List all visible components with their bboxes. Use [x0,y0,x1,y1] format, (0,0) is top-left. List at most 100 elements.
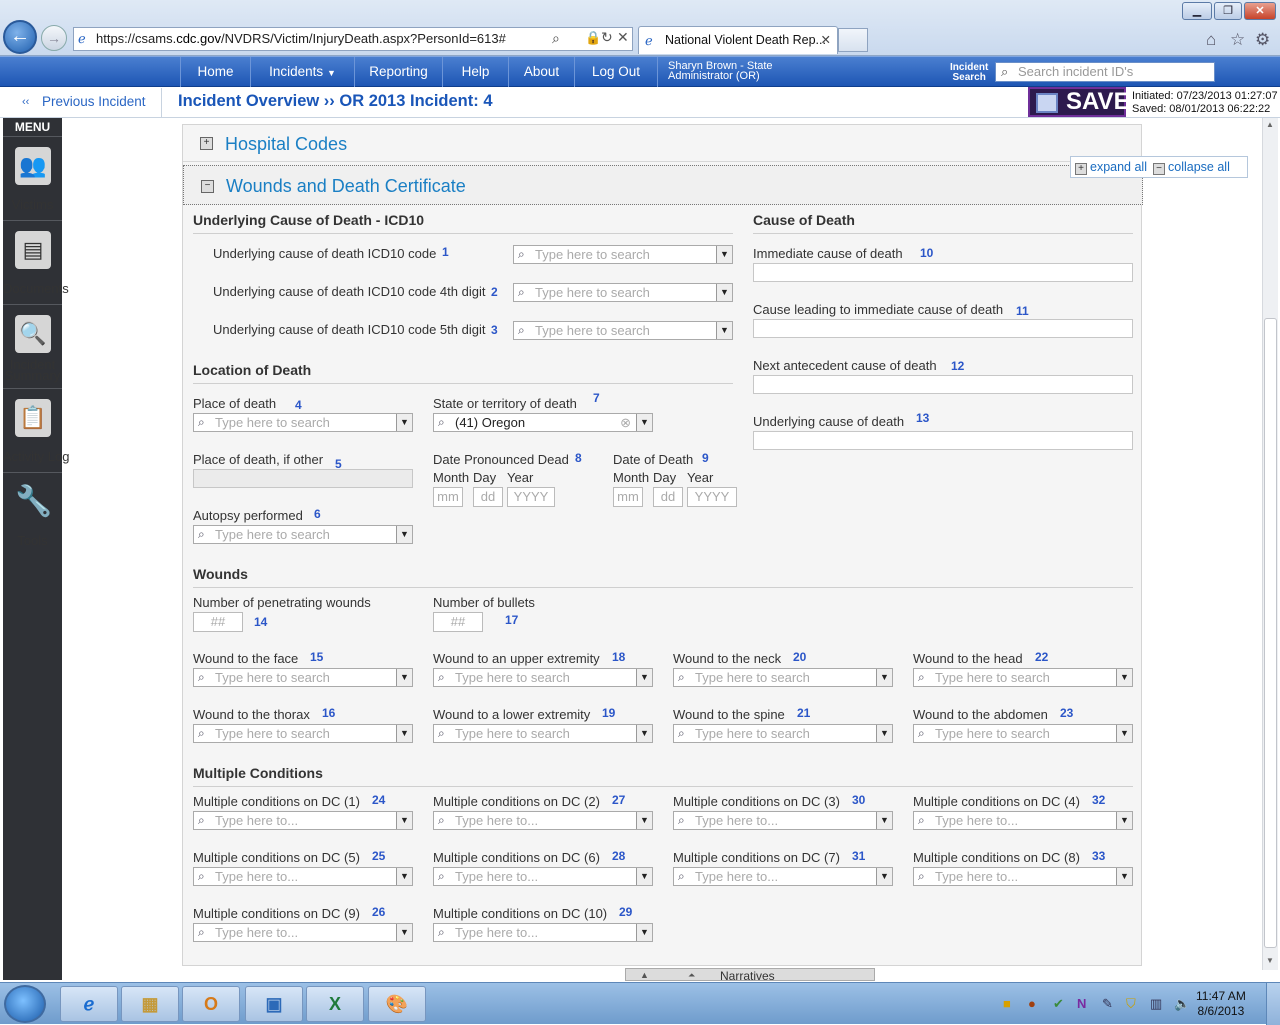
nav-reporting[interactable]: Reporting [354,57,442,87]
wounds-section-header[interactable]: − Wounds and Death Certificate [183,165,1143,205]
nav-help[interactable]: Help [442,57,508,87]
previous-incident-link[interactable]: ‹‹ Previous Incident [0,88,162,118]
cause-leading-input[interactable] [753,319,1133,338]
menu-item-activity-log[interactable]: 📋 Activity Log [3,388,69,470]
collapse-all-icon[interactable]: − [1153,163,1165,175]
collapse-icon[interactable]: − [201,180,214,193]
app-taskbar-icon[interactable]: ▣ [245,986,303,1022]
state-of-death-select[interactable]: ⌕ (41) Oregon ⊗ ▼ [433,413,653,432]
menu-item-documents[interactable]: ▤ Documents [3,220,69,302]
dropdown-arrow-icon[interactable]: ▼ [636,868,652,885]
menu-item-incident-summary[interactable]: 🔍 Incident Summary [3,304,62,386]
dropdown-arrow-icon[interactable]: ▼ [636,725,652,742]
dropdown-arrow-icon[interactable]: ▼ [716,284,732,301]
wound-field-select[interactable]: ⌕ Type here to search ▼ [433,724,653,743]
wound-field-select[interactable]: ⌕ Type here to search ▼ [673,724,893,743]
tools-gear-icon[interactable]: ⚙ [1255,30,1270,50]
wound-field-select[interactable]: ⌕ Type here to search ▼ [193,724,413,743]
hospital-codes-title[interactable]: Hospital Codes [225,134,347,155]
narratives-bar[interactable]: ▲ ⏶ Narratives [625,968,875,982]
ie-taskbar-icon[interactable]: ℯ [60,986,118,1022]
dropdown-arrow-icon[interactable]: ▼ [1116,868,1132,885]
penetrating-wounds-input[interactable]: ## [193,612,243,632]
expand-all-icon[interactable]: + [1075,163,1087,175]
underlying-cause-input[interactable] [753,431,1133,450]
dropdown-arrow-icon[interactable]: ▼ [876,812,892,829]
system-clock[interactable]: 11:47 AM 8/6/2013 [1196,989,1246,1019]
dropdown-arrow-icon[interactable]: ▼ [396,868,412,885]
multiple-condition-select[interactable]: ⌕ Type here to... ▼ [433,923,653,942]
back-button[interactable]: ← [3,20,37,54]
multiple-condition-select[interactable]: ⌕ Type here to... ▼ [193,811,413,830]
hospital-codes-section[interactable]: + Hospital Codes [183,125,1141,162]
wound-field-select[interactable]: ⌕ Type here to search ▼ [913,724,1133,743]
scrollbar-thumb[interactable] [1264,318,1277,948]
narratives-label[interactable]: Narratives [720,970,775,982]
nav-incidents[interactable]: Incidents ▼ [250,57,354,87]
multiple-condition-select[interactable]: ⌕ Type here to... ▼ [433,867,653,886]
excel-taskbar-icon[interactable]: X [306,986,364,1022]
dropdown-arrow-icon[interactable]: ▼ [396,725,412,742]
bullets-input[interactable]: ## [433,612,483,632]
scroll-down-icon[interactable]: ▼ [1266,956,1274,965]
stop-icon[interactable]: ✕ [617,29,629,46]
dropdown-arrow-icon[interactable]: ▼ [1116,669,1132,686]
tray-app-icon[interactable]: ✎ [1102,996,1113,1012]
place-other-input[interactable] [193,469,413,488]
expand-all-link[interactable]: expand all [1090,160,1147,174]
tray-app-icon[interactable]: ● [1028,996,1036,1011]
collapse-all-link[interactable]: collapse all [1168,160,1230,174]
scroll-up-icon[interactable]: ▲ [1266,120,1274,129]
address-bar[interactable]: https://csams.cdc.gov/NVDRS/Victim/Injur… [73,27,633,51]
immediate-cause-input[interactable] [753,263,1133,282]
menu-item-tools[interactable]: 🔧 Tools [3,472,62,554]
expand-icon[interactable]: + [200,137,213,150]
nav-about[interactable]: About [508,57,574,87]
next-antecedent-input[interactable] [753,375,1133,394]
tray-app-icon[interactable]: ✔ [1053,996,1064,1012]
multiple-condition-select[interactable]: ⌕ Type here to... ▼ [673,867,893,886]
dropdown-arrow-icon[interactable]: ▼ [636,414,652,431]
tray-app-icon[interactable]: ■ [1003,996,1011,1011]
dropdown-arrow-icon[interactable]: ▼ [716,322,732,339]
pronounced-year-input[interactable]: YYYY [507,487,555,507]
explorer-taskbar-icon[interactable]: ▦ [121,986,179,1022]
dropdown-arrow-icon[interactable]: ▼ [716,246,732,263]
menu-item-victims[interactable]: 👥 Victims [3,136,62,218]
multiple-condition-select[interactable]: ⌕ Type here to... ▼ [193,923,413,942]
incident-search-input[interactable]: ⌕ Search incident ID's [995,62,1215,82]
wound-field-select[interactable]: ⌕ Type here to search ▼ [433,668,653,687]
double-arrow-up-icon[interactable]: ⏶ [688,969,695,981]
nav-logout[interactable]: Log Out [574,57,658,87]
tab-close-icon[interactable]: ✕ [821,27,831,53]
dropdown-arrow-icon[interactable]: ▼ [876,669,892,686]
multiple-condition-select[interactable]: ⌕ Type here to... ▼ [913,811,1133,830]
dropdown-arrow-icon[interactable]: ▼ [876,868,892,885]
dropdown-arrow-icon[interactable]: ▼ [636,924,652,941]
dropdown-arrow-icon[interactable]: ▼ [876,725,892,742]
wounds-section-title[interactable]: Wounds and Death Certificate [226,176,466,197]
forward-button[interactable]: → [41,25,67,51]
arrow-up-icon[interactable]: ▲ [640,969,649,981]
new-tab-button[interactable] [838,28,868,52]
dropdown-arrow-icon[interactable]: ▼ [1116,812,1132,829]
icd10-code-select[interactable]: ⌕ Type here to search ▼ [513,245,733,264]
browser-tab[interactable]: National Violent Death Rep... ✕ [638,26,838,54]
dropdown-arrow-icon[interactable]: ▼ [396,924,412,941]
wound-field-select[interactable]: ⌕ Type here to search ▼ [913,668,1133,687]
death-year-input[interactable]: YYYY [687,487,737,507]
home-icon[interactable]: ⌂ [1206,30,1216,50]
death-month-input[interactable]: mm [613,487,643,507]
outlook-taskbar-icon[interactable]: O [182,986,240,1022]
save-button[interactable]: SAVE [1028,87,1130,117]
vertical-scrollbar[interactable]: ▲ ▼ [1262,118,1278,970]
multiple-condition-select[interactable]: ⌕ Type here to... ▼ [673,811,893,830]
volume-icon[interactable]: 🔈 [1174,996,1190,1012]
minimize-button[interactable]: ▁ [1182,2,1212,20]
pronounced-day-input[interactable]: dd [473,487,503,507]
dropdown-arrow-icon[interactable]: ▼ [396,414,412,431]
close-window-button[interactable]: ✕ [1244,2,1276,20]
network-icon[interactable]: ▥ [1150,996,1162,1012]
show-desktop-button[interactable] [1266,983,1280,1025]
search-icon[interactable]: ⌕ [552,30,560,47]
